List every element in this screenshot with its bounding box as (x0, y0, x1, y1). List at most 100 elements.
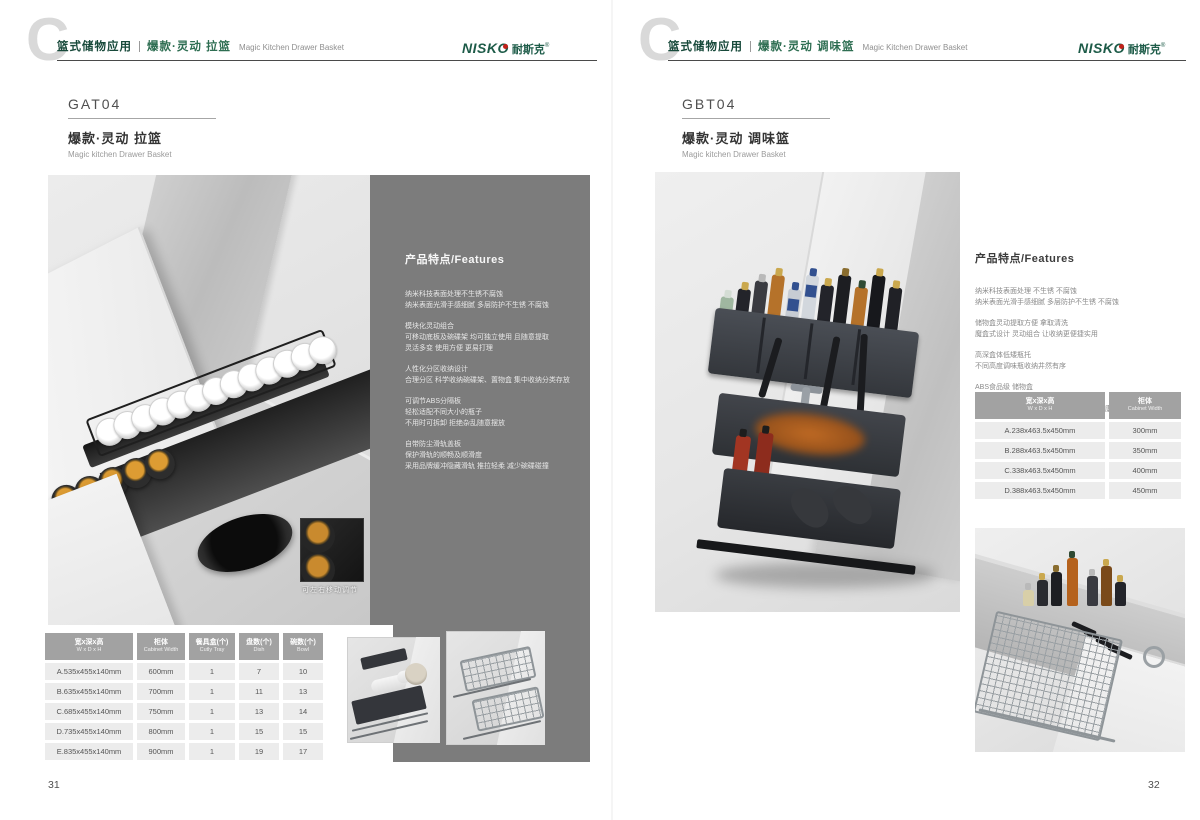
product-name: 爆款·灵动 拉篮 (68, 128, 216, 147)
feature-line: 人性化分区收纳设计 (405, 364, 577, 375)
feature-line: 灵活多变 使用方便 更易打理 (405, 343, 577, 354)
table-cell: 15 (283, 723, 323, 740)
nisko-logo: NISKO 耐斯克 ® (462, 40, 549, 57)
table-cell: 11 (239, 683, 279, 700)
condiment-bottle (1067, 558, 1078, 606)
feature-group: 纳米科技表面处理 不生锈 不腐蚀纳米表面光滑手感细腻 多层防护不生锈 不腐蚀 (975, 286, 1187, 308)
feature-group: 储物盒灵动提取方便 拿取清洗魔盒式设计 灵动组合 让收纳更便捷实用 (975, 318, 1187, 340)
page-number-left: 31 (48, 779, 60, 791)
table-cell: 13 (239, 703, 279, 720)
feature-line: 可调节ABS分隔板 (405, 396, 577, 407)
model-code: GAT04 (68, 96, 216, 112)
table-cell: 700mm (137, 683, 185, 700)
column-header: 宽x深x高W x D x H (45, 633, 133, 660)
table-cell: 15 (239, 723, 279, 740)
ladle (1143, 646, 1165, 668)
feature-group: 模块化灵动组合可移动底板及碗碟架 均可独立使用 且随意提取灵活多变 使用方便 更… (405, 321, 577, 354)
feature-line: 采用品牌缓冲隐藏滑轨 推拉轻柔 减少碗碟碰撞 (405, 461, 577, 472)
table-cell: 13 (283, 683, 323, 700)
table-cell: 1 (189, 703, 235, 720)
trademark-symbol: ® (1161, 43, 1165, 49)
feature-group: 自带防尘滑轨盖板保护滑轨的顺畅及顺滑度采用品牌缓冲隐藏滑轨 推拉轻柔 减少碗碟碰… (405, 439, 577, 472)
features-list: 纳米科技表面处理不生锈不腐蚀纳米表面光滑手感细腻 多层防护不生锈 不腐蚀模块化灵… (405, 289, 577, 472)
feature-line: 高深盒体低矮瓶托 (975, 350, 1187, 361)
nisko-logo-chinese: 耐斯克 (1128, 41, 1161, 57)
title-underline (682, 118, 830, 119)
table-cell: 1 (189, 723, 235, 740)
feature-line: 不用时可拆卸 拒绝杂乱随意摆放 (405, 418, 577, 429)
table-cell: D.735x455x140mm (45, 723, 133, 740)
header-series: 爆款·灵动 拉篮 (147, 38, 231, 54)
feature-line: 储物盒灵动提取方便 拿取清洗 (975, 318, 1187, 329)
model-code: GBT04 (682, 96, 830, 112)
table-row: D.388x463.5x450mm450mm (975, 482, 1185, 499)
table-cell: 450mm (1109, 482, 1181, 499)
product-name-en: Magic kitchen Drawer Basket (68, 150, 216, 159)
table-cell: 7 (239, 663, 279, 680)
table-cell: 14 (283, 703, 323, 720)
condiment-bottle (1115, 582, 1126, 606)
feature-line: 自带防尘滑轨盖板 (405, 439, 577, 450)
column-header: 碗数(个)Bowl (283, 633, 323, 660)
header-divider (750, 41, 751, 52)
condiment-bottle (1023, 590, 1034, 606)
table-cell: 1 (189, 663, 235, 680)
spice-pullout-basket (686, 256, 936, 580)
column-header: 柜体Cabinet Width (1109, 392, 1181, 419)
table-row: A.535x455x140mm600mm1710 (45, 663, 327, 680)
nisko-logo: NISKO 耐斯克 ® (1078, 40, 1165, 57)
small-photo-drawer-2 (446, 631, 545, 745)
feature-line: 纳米表面光滑手感细腻 多层防护不生锈 不腐蚀 (975, 297, 1187, 308)
bowl-detail (301, 553, 335, 582)
table-cell: 350mm (1109, 442, 1181, 459)
table-row: A.238x463.5x450mm300mm (975, 422, 1185, 439)
nisko-logo-latin: NISKO (1078, 40, 1125, 56)
feature-line: 合理分区 科学收纳碗碟架、置物盒 集中收纳分类存放 (405, 375, 577, 386)
table-row: C.338x463.5x450mm400mm (975, 462, 1185, 479)
table-cell: B.635x455x140mm (45, 683, 133, 700)
feature-line: 保护滑轨的顺畅及顺滑度 (405, 450, 577, 461)
table-cell: 17 (283, 743, 323, 760)
table-cell: 1 (189, 683, 235, 700)
feature-line: 纳米科技表面处理不生锈不腐蚀 (405, 289, 577, 300)
table-cell: 750mm (137, 703, 185, 720)
spec-table-right: 宽x深x高W x D x H柜体Cabinet Width A.238x463.5… (975, 392, 1185, 502)
inset-caption: 可左右移动调节 (302, 585, 358, 595)
table-row: B.288x463.5x450mm350mm (975, 442, 1185, 459)
table-cell: 800mm (137, 723, 185, 740)
header-rule-right (668, 60, 1186, 61)
column-header: 柜体Cabinet Width (137, 633, 185, 660)
product-title-block-left: GAT04 爆款·灵动 拉篮 Magic kitchen Drawer Bask… (68, 96, 216, 159)
table-cell: 600mm (137, 663, 185, 680)
header-series: 爆款·灵动 调味篮 (758, 38, 855, 54)
column-header: 宽x深x高W x D x H (975, 392, 1105, 419)
table-cell: E.835x455x140mm (45, 743, 133, 760)
table-header-row: 宽x深x高W x D x H柜体Cabinet Width餐具盒(个)Cutly… (45, 633, 327, 660)
bottle-shelf (360, 648, 408, 670)
table-cell: C.685x455x140mm (45, 703, 133, 720)
feature-line: 不同高度调味瓶收纳井然有序 (975, 361, 1187, 372)
table-row: E.835x455x140mm900mm11917 (45, 743, 327, 760)
product-name-en: Magic kitchen Drawer Basket (682, 150, 830, 159)
condiment-bottle (1051, 572, 1062, 606)
product-name: 爆款·灵动 调味篮 (682, 128, 830, 147)
column-header: 盘数(个)Dish (239, 633, 279, 660)
condiment-bottle (1037, 580, 1048, 606)
nisko-logo-latin: NISKO (462, 40, 509, 56)
page-header-left: 篮式储物应用 爆款·灵动 拉篮 Magic Kitchen Drawer Bas… (57, 38, 344, 54)
column-header: 餐具盒(个)Cutly Tray (189, 633, 235, 660)
header-divider (139, 41, 140, 52)
nisko-logo-chinese: 耐斯克 (512, 41, 545, 57)
feature-group: 高深盒体低矮瓶托不同高度调味瓶收纳井然有序 (975, 350, 1187, 372)
nisko-logo-red-dot-icon (1119, 44, 1124, 49)
header-category: 篮式储物应用 (668, 38, 743, 54)
features-heading: 产品特点/Features (975, 250, 1187, 266)
table-cell: 10 (283, 663, 323, 680)
plate-stack (405, 663, 427, 685)
feature-line: 可移动底板及碗碟架 均可独立使用 且随意提取 (405, 332, 577, 343)
title-underline (68, 118, 216, 119)
tray-divider (756, 317, 766, 373)
table-cell: 300mm (1109, 422, 1181, 439)
condiment-bottle (1087, 576, 1098, 606)
header-rule-left (57, 60, 597, 61)
